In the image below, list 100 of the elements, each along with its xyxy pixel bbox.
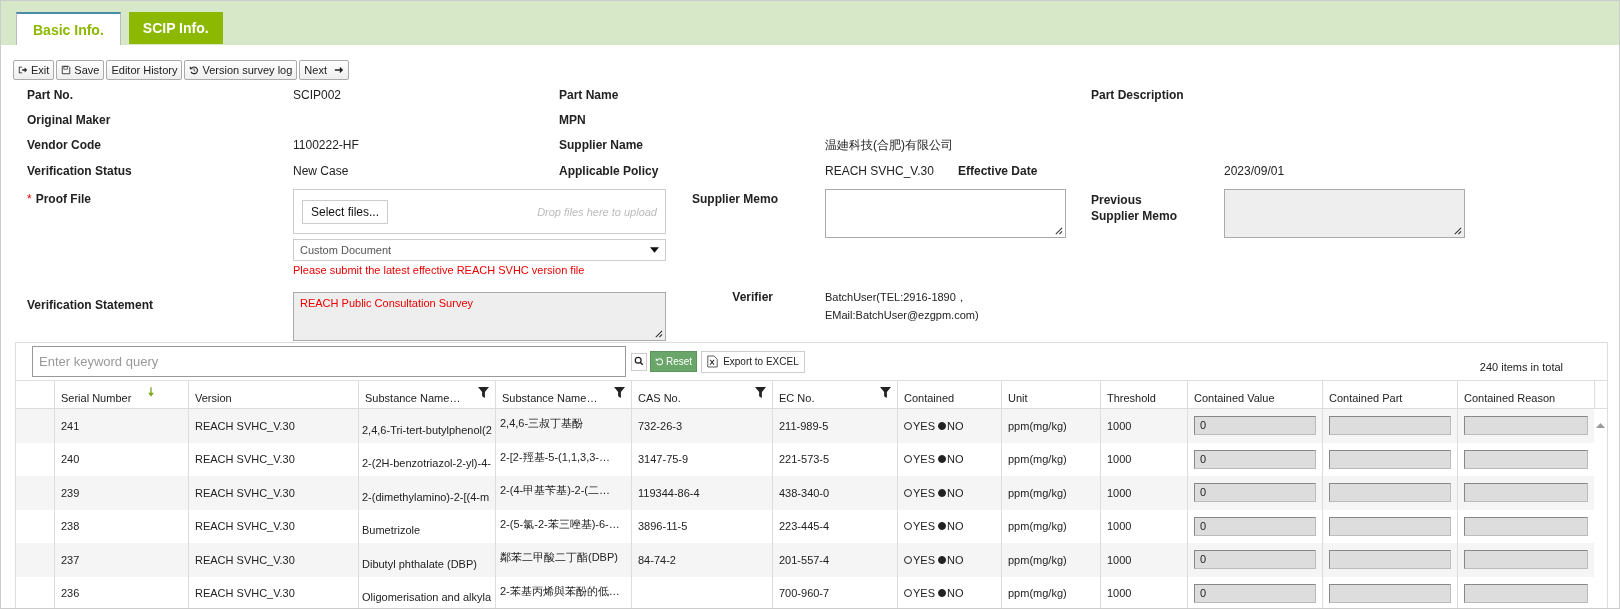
reason-field[interactable]: [1464, 516, 1588, 536]
radio-option[interactable]: YES: [904, 553, 935, 566]
field-value: REACH SVHC_V.30: [825, 164, 935, 178]
document-type-dropdown[interactable]: Custom Document: [293, 239, 666, 261]
table-cell: 2-苯基丙烯與苯酚的低…: [495, 576, 631, 608]
filter-icon[interactable]: [880, 387, 891, 398]
filter-icon[interactable]: [755, 387, 766, 398]
select-files-button[interactable]: Select files...: [302, 199, 389, 224]
field-label: Verifier: [731, 290, 774, 304]
column-header[interactable]: Unit: [1001, 381, 1100, 408]
column-header[interactable]: Substance Name…: [358, 381, 495, 408]
supplier-memo-field[interactable]: [825, 189, 1066, 238]
value-field[interactable]: 0: [1194, 550, 1316, 570]
filter-icon[interactable]: [614, 387, 625, 398]
field-value: 温廸科技(合肥)有限公司: [825, 136, 954, 154]
radio-option[interactable]: YES: [904, 486, 935, 499]
value-field[interactable]: 0: [1194, 583, 1316, 603]
field-label: Vendor Code: [27, 138, 102, 152]
table-cell: ppm(mg/kg): [1001, 576, 1100, 608]
reason-field[interactable]: [1464, 449, 1588, 469]
table-cell: 2,4,6-Tri-tert-butylphenol(2: [358, 409, 495, 443]
excel-file-icon: [707, 355, 719, 368]
field-value: 1100222-HF: [293, 138, 360, 152]
value-field[interactable]: 0: [1194, 416, 1316, 436]
radio-option[interactable]: NO: [938, 587, 964, 600]
toolbar-button[interactable]: Next: [299, 60, 349, 80]
part-field[interactable]: [1329, 516, 1451, 536]
search-button[interactable]: [631, 352, 647, 371]
table-cell: [16, 409, 54, 443]
export-button[interactable]: Export to EXCEL: [701, 350, 805, 373]
warning-message: Please submit the latest effective REACH SVHC version file: [293, 264, 586, 276]
part-field[interactable]: [1329, 583, 1451, 603]
column-header[interactable]: Contained Part: [1322, 381, 1457, 408]
radio-option[interactable]: YES: [904, 453, 935, 466]
column-header[interactable]: Serial Number: [54, 381, 188, 408]
column-header[interactable]: EC No.: [772, 381, 897, 408]
column-header[interactable]: Contained: [897, 381, 1001, 408]
resize-grip-icon: [1453, 226, 1462, 235]
table-cell: 2-(4-甲基苄基)-2-(二…: [495, 476, 631, 510]
search-icon: [634, 355, 644, 366]
column-header[interactable]: Substance Name…: [495, 381, 631, 408]
table-cell: ppm(mg/kg): [1001, 476, 1100, 510]
field-label: Verification Statement: [27, 298, 155, 312]
part-field[interactable]: [1329, 483, 1451, 503]
part-field[interactable]: [1329, 416, 1451, 436]
field-label: Effective Date: [958, 164, 1039, 178]
column-header[interactable]: Version: [188, 381, 358, 408]
toolbar-button[interactable]: Editor History: [106, 60, 183, 80]
radio-option[interactable]: NO: [938, 486, 964, 499]
table-cell: 239: [54, 476, 188, 510]
toolbar-button[interactable]: Save: [56, 60, 105, 80]
exit-icon: [18, 65, 28, 75]
radio-option[interactable]: YES: [904, 419, 935, 432]
table-cell: REACH SVHC_V.30: [188, 409, 358, 443]
column-header[interactable]: Threshold: [1100, 381, 1187, 408]
table-cell: 84-74-2: [638, 553, 676, 566]
field-label: Part Name: [559, 88, 620, 102]
field-value: New Case: [293, 164, 350, 178]
radio-option[interactable]: NO: [938, 553, 964, 566]
value-field[interactable]: 0: [1194, 516, 1316, 536]
field-label: Part Description: [1091, 88, 1185, 102]
radio-option[interactable]: NO: [938, 453, 964, 466]
radio-option[interactable]: NO: [938, 419, 964, 432]
toolbar-button[interactable]: Exit: [13, 60, 55, 80]
reason-field[interactable]: [1464, 483, 1588, 503]
value-field[interactable]: 0: [1194, 449, 1316, 469]
drop-hint: Drop files here to upload: [537, 205, 657, 218]
reason-field[interactable]: [1464, 550, 1588, 570]
value-field[interactable]: 0: [1194, 483, 1316, 503]
table-cell: [16, 476, 54, 510]
column-header[interactable]: Contained Value: [1187, 381, 1322, 408]
statement-field[interactable]: REACH Public Consultation Survey: [293, 292, 666, 341]
scroll-up-icon[interactable]: [1596, 422, 1605, 430]
toolbar-button[interactable]: Version survey log: [184, 60, 298, 80]
column-header[interactable]: Contained Reason: [1457, 381, 1594, 408]
reason-field[interactable]: [1464, 416, 1588, 436]
field-label: Original Maker: [27, 113, 112, 127]
save-icon: [61, 65, 72, 75]
arrow-right-icon: [333, 65, 344, 75]
table-cell: 1000: [1100, 476, 1187, 510]
radio-option[interactable]: YES: [904, 587, 935, 600]
verifier-text: EMail:BatchUser@ezgpm.com): [825, 308, 980, 323]
part-field[interactable]: [1329, 550, 1451, 570]
part-field[interactable]: [1329, 449, 1451, 469]
table-cell: 3896-11-5: [638, 520, 688, 533]
search-field[interactable]: Enter keyword query: [32, 346, 626, 377]
table-cell: 236: [54, 576, 188, 608]
table-cell: 211-989-5: [772, 409, 897, 443]
table-cell: 119344-86-4: [638, 486, 700, 499]
upload-area[interactable]: Select files... Drop files here to upload: [293, 189, 666, 234]
reason-field[interactable]: [1464, 583, 1588, 603]
sort-arrow-icon[interactable]: [147, 386, 156, 398]
filter-icon[interactable]: [478, 387, 489, 398]
verifier-text: BatchUser(TEL:2916-1890，: [825, 290, 968, 305]
item-count: 240 items in total: [1479, 360, 1563, 373]
radio-option[interactable]: NO: [938, 520, 964, 533]
column-header[interactable]: CAS No.: [631, 381, 772, 408]
radio-option[interactable]: YES: [904, 520, 935, 533]
field-label: MPN: [559, 113, 587, 127]
table-cell: 438-340-0: [772, 476, 897, 510]
